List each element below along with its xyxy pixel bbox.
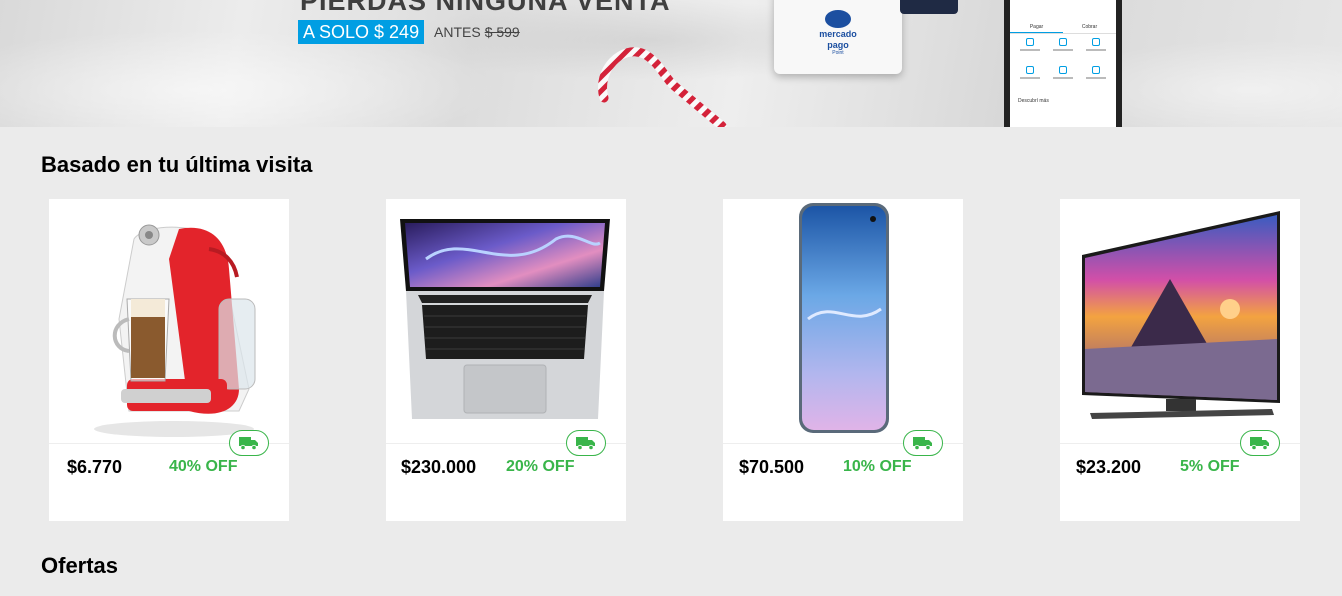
truck-icon (1250, 437, 1269, 450)
product-discount: 10% OFF (843, 458, 912, 475)
promo-before-price: ANTES $ 599 (434, 24, 520, 40)
card-reader-top (900, 0, 958, 14)
television-image (1082, 211, 1280, 419)
smartphone-image (799, 203, 889, 433)
phone-tab-collect: Cobrar (1081, 24, 1098, 30)
phone-discover-more: Descubrí más (1018, 98, 1049, 104)
product-price: $70.500 (739, 457, 805, 477)
mercado-pago-logo: mercado pago Point (814, 10, 862, 56)
free-shipping-badge (1240, 430, 1280, 456)
promo-price-badge: A SOLO $ 249 (298, 20, 425, 44)
coffee-machine-image (94, 224, 256, 437)
free-shipping-badge (903, 430, 943, 456)
product-card[interactable]: $6.770 40% OFF (49, 199, 289, 521)
candy-cane-image (598, 47, 727, 127)
free-shipping-badge (566, 430, 606, 456)
section-title-recent-visit: Basado en tu última visita (41, 152, 313, 177)
laptop-image (400, 219, 610, 419)
before-price: $ 599 (484, 24, 520, 40)
section-title-offers: Ofertas (41, 553, 119, 578)
phone-tab-pay: Pagar (1010, 20, 1063, 33)
product-discount: 40% OFF (169, 458, 238, 475)
phone-image: Pagar Cobrar Descubrí más (1004, 0, 1122, 127)
truck-icon (239, 437, 258, 450)
product-card[interactable]: $230.000 20% OFF (386, 199, 626, 521)
product-discount: 20% OFF (506, 458, 575, 475)
card-reader-image: mercado pago Point (774, 0, 902, 74)
free-shipping-badge (229, 430, 269, 456)
product-discount: 5% OFF (1180, 458, 1240, 475)
truck-icon (913, 437, 932, 450)
banner-headline: PIERDAS NINGUNA VENTA (300, 0, 671, 16)
truck-icon (576, 437, 595, 450)
product-card[interactable]: $70.500 10% OFF (723, 199, 963, 521)
product-price: $23.200 (1076, 457, 1142, 477)
product-card[interactable]: $23.200 5% OFF (1060, 199, 1300, 521)
before-label: ANTES (434, 24, 481, 40)
promo-banner[interactable]: PIERDAS NINGUNA VENTA A SOLO $ 249 ANTES… (0, 0, 1342, 127)
product-price: $6.770 (67, 457, 123, 477)
product-price: $230.000 (401, 457, 477, 477)
